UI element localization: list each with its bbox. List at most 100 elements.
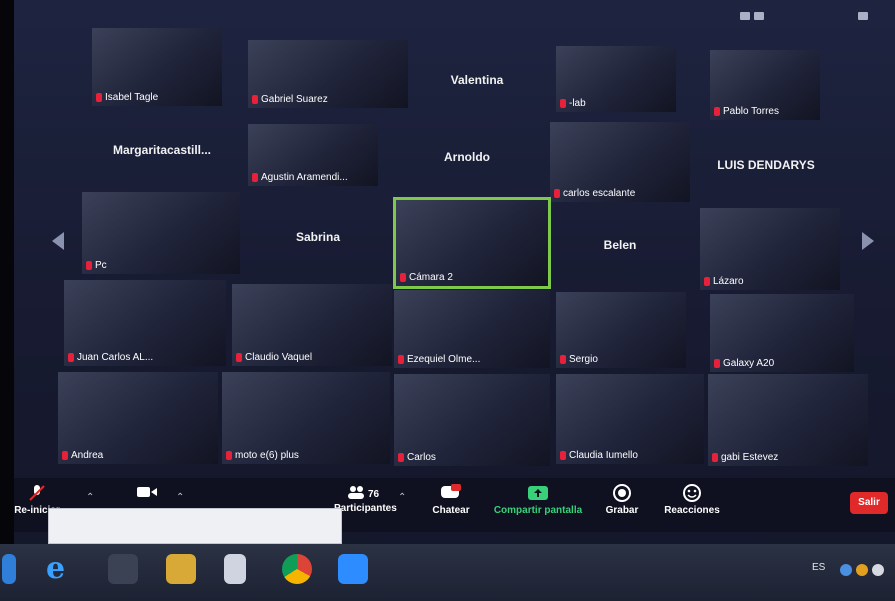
participant-name: Galaxy A20 xyxy=(723,358,775,369)
participant-label: Claudio Vaquel xyxy=(236,352,312,363)
participant-label: Lázaro xyxy=(704,276,744,287)
participant-name: Ezequiel Olme... xyxy=(407,354,481,365)
fullscreen-icon[interactable] xyxy=(858,12,868,20)
reactions-smiley-icon xyxy=(683,484,701,502)
zoom-app-icon[interactable] xyxy=(338,554,368,584)
participant-name: Arnoldo xyxy=(444,150,490,164)
video-tile[interactable]: Andrea xyxy=(58,372,218,464)
previous-page-arrow-icon[interactable] xyxy=(52,232,64,250)
participant-name: carlos escalante xyxy=(563,188,636,199)
muted-microphone-icon xyxy=(68,353,74,362)
view-icon[interactable] xyxy=(740,12,750,20)
participant-label: Ezequiel Olme... xyxy=(398,354,480,365)
muted-microphone-icon xyxy=(560,355,566,364)
muted-microphone-icon xyxy=(398,355,404,364)
network-icon[interactable] xyxy=(840,564,852,576)
participant-name: Lázaro xyxy=(713,276,744,287)
video-tile[interactable]: moto e(6) plus xyxy=(222,372,390,464)
chat-button[interactable]: Chatear xyxy=(426,484,476,516)
participant-name: Margaritacastill... xyxy=(112,143,212,157)
video-tile[interactable]: Sergio xyxy=(556,292,686,368)
document-icon[interactable] xyxy=(224,554,246,584)
participants-options-caret-icon[interactable]: ⌃ xyxy=(398,492,406,503)
video-tile[interactable]: Agustin Aramendi... xyxy=(248,124,378,186)
video-tile[interactable]: Isabel Tagle xyxy=(92,28,222,106)
file-explorer-icon[interactable] xyxy=(108,554,138,584)
video-tile[interactable]: carlos escalante xyxy=(550,122,690,202)
video-tile[interactable]: Claudio Vaquel xyxy=(232,284,392,366)
video-tile[interactable]: Claudia Iumello xyxy=(556,374,704,464)
video-tile[interactable]: Cámara 2 xyxy=(393,197,551,289)
participant-name: Pablo Torres xyxy=(723,106,779,117)
participant-label: Pc xyxy=(86,260,107,271)
muted-microphone-icon xyxy=(96,93,102,102)
notification-icon[interactable] xyxy=(856,564,868,576)
muted-microphone-icon xyxy=(400,273,406,282)
participant-label: moto e(6) plus xyxy=(226,450,299,461)
record-button[interactable]: Grabar xyxy=(602,484,642,516)
next-page-arrow-icon[interactable] xyxy=(862,232,874,250)
muted-microphone-icon xyxy=(712,453,718,462)
name-tile[interactable]: Margaritacastill... xyxy=(92,122,232,178)
language-indicator[interactable]: ES xyxy=(812,562,825,573)
participant-label: Isabel Tagle xyxy=(96,92,158,103)
participant-name: Isabel Tagle xyxy=(105,92,159,103)
participant-name: Gabriel Suarez xyxy=(261,94,328,105)
muted-microphone-icon xyxy=(62,451,68,460)
video-options-caret-icon[interactable]: ⌃ xyxy=(176,492,184,503)
share-screen-icon xyxy=(528,486,548,500)
video-tile[interactable]: Lázaro xyxy=(700,208,840,290)
participants-button[interactable]: 76 Participantes xyxy=(334,484,397,514)
participant-label: gabi Estevez xyxy=(712,452,778,463)
name-tile[interactable]: Sabrina xyxy=(244,200,392,274)
video-tile[interactable]: Gabriel Suarez xyxy=(248,40,408,108)
monitor-bezel xyxy=(0,0,14,601)
video-camera-icon xyxy=(137,487,157,497)
participant-name: Andrea xyxy=(71,450,104,461)
participant-label: Pablo Torres xyxy=(714,106,779,117)
folder-icon[interactable] xyxy=(166,554,196,584)
participant-name: LUIS DENDARYS xyxy=(717,158,815,172)
muted-microphone-icon xyxy=(560,451,566,460)
audio-options-caret-icon[interactable]: ⌃ xyxy=(86,492,94,503)
window-icon[interactable] xyxy=(754,12,764,20)
participant-name: Claudio Vaquel xyxy=(245,352,313,363)
video-tile[interactable]: gabi Estevez xyxy=(708,374,868,466)
chat-label: Chatear xyxy=(432,505,470,516)
name-tile[interactable]: Belen xyxy=(556,210,684,280)
participant-name: Belen xyxy=(603,238,637,252)
video-button[interactable] xyxy=(132,484,162,503)
video-tile[interactable]: Juan Carlos AL... xyxy=(64,280,226,366)
muted-microphone-icon xyxy=(714,107,720,116)
name-tile[interactable]: LUIS DENDARYS xyxy=(706,140,826,190)
windows-taskbar: e ES xyxy=(0,544,895,601)
participant-name: Sergio xyxy=(569,354,598,365)
video-tile[interactable]: Pablo Torres xyxy=(710,50,820,120)
video-tile[interactable]: Pc xyxy=(82,192,240,274)
reactions-button[interactable]: Reacciones xyxy=(662,484,722,516)
record-icon xyxy=(613,484,631,502)
participant-label: carlos escalante xyxy=(554,188,635,199)
share-screen-button[interactable]: Compartir pantalla xyxy=(488,484,588,516)
participant-label: Gabriel Suarez xyxy=(252,94,328,105)
video-tile[interactable]: Galaxy A20 xyxy=(710,294,854,372)
participant-name: -lab xyxy=(569,98,586,109)
start-button-icon[interactable] xyxy=(2,554,16,584)
leave-meeting-button[interactable]: Salir xyxy=(850,492,888,514)
participant-label: Claudia Iumello xyxy=(560,450,638,461)
volume-icon[interactable] xyxy=(872,564,884,576)
video-tile[interactable]: -lab xyxy=(556,46,676,112)
participant-name: Agustin Aramendi... xyxy=(261,172,348,183)
name-tile[interactable]: Valentina xyxy=(412,52,542,108)
participant-label: Juan Carlos AL... xyxy=(68,352,153,363)
video-tile[interactable]: Ezequiel Olme... xyxy=(394,290,550,368)
participant-name: Valentina xyxy=(450,73,504,87)
participant-name: moto e(6) plus xyxy=(235,450,299,461)
name-tile[interactable]: Arnoldo xyxy=(412,132,522,182)
chrome-icon[interactable] xyxy=(282,554,312,584)
participant-name: gabi Estevez xyxy=(721,452,779,463)
video-tile[interactable]: Carlos xyxy=(394,374,550,466)
internet-explorer-icon[interactable]: e xyxy=(46,554,76,584)
participant-label: Agustin Aramendi... xyxy=(252,172,348,183)
muted-microphone-icon xyxy=(560,99,566,108)
